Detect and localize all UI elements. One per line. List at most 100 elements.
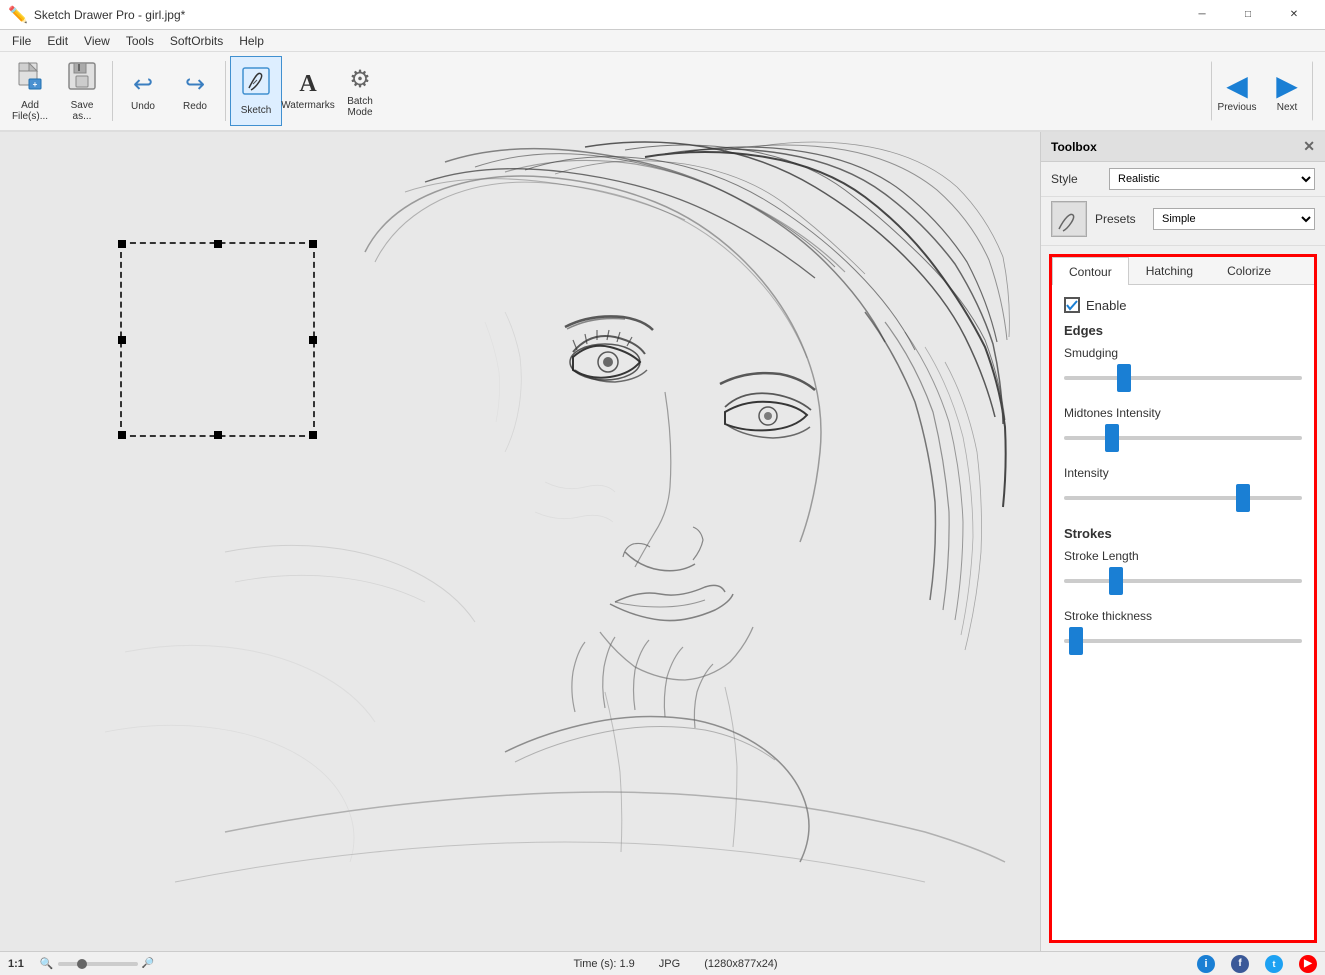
canvas-area[interactable] — [0, 132, 1040, 951]
info-icon-button[interactable]: i — [1197, 955, 1215, 973]
zoom-slider[interactable] — [58, 962, 138, 966]
enable-label: Enable — [1086, 298, 1126, 313]
stroke-thickness-slider-row: Stroke thickness — [1064, 609, 1302, 655]
style-select[interactable]: Realistic Simple Detailed — [1109, 168, 1315, 190]
toolbar-sep-2 — [225, 61, 226, 121]
style-label: Style — [1051, 172, 1101, 186]
previous-icon: ◀ — [1226, 69, 1248, 102]
main-panel: Contour Hatching Colorize Enable Edges — [1049, 254, 1317, 943]
zoom-level: 1:1 — [8, 958, 24, 970]
toolbar-sep-1 — [112, 61, 113, 121]
undo-icon: ↩ — [133, 70, 153, 99]
intensity-label: Intensity — [1064, 466, 1302, 480]
toolbox-header: Toolbox ✕ — [1041, 132, 1325, 162]
midtones-thumb[interactable] — [1105, 424, 1119, 452]
close-button[interactable]: ✕ — [1271, 0, 1317, 30]
redo-label: Redo — [183, 101, 207, 112]
batch-mode-button[interactable]: ⚙ BatchMode — [334, 56, 386, 126]
tab-hatching[interactable]: Hatching — [1129, 257, 1210, 284]
menu-file[interactable]: File — [4, 32, 39, 50]
midtones-bg — [1064, 436, 1302, 440]
presets-label: Presets — [1095, 212, 1145, 226]
watermarks-label: Watermarks — [281, 100, 335, 111]
stroke-thickness-track[interactable] — [1064, 627, 1302, 655]
menu-softorbits[interactable]: SoftOrbits — [162, 32, 231, 50]
stroke-thickness-label: Stroke thickness — [1064, 609, 1302, 623]
midtones-track[interactable] — [1064, 424, 1302, 452]
undo-label: Undo — [131, 101, 155, 112]
sketch-icon — [241, 66, 271, 103]
next-label: Next — [1277, 102, 1298, 113]
twitter-icon-button[interactable]: t — [1265, 955, 1283, 973]
tabs: Contour Hatching Colorize — [1052, 257, 1314, 285]
statusbar: 1:1 🔍 🔎 Time (s): 1.9 JPG (1280x877x24) … — [0, 951, 1325, 975]
intensity-bg — [1064, 496, 1302, 500]
time-label: Time (s): 1.9 — [573, 958, 634, 970]
add-file-button[interactable]: + AddFile(s)... — [4, 56, 56, 126]
menubar: File Edit View Tools SoftOrbits Help — [0, 30, 1325, 52]
next-button[interactable]: ▶ Next — [1262, 61, 1312, 121]
zoom-plus-icon[interactable]: 🔎 — [142, 958, 154, 969]
facebook-icon-button[interactable]: f — [1231, 955, 1249, 973]
edges-section-header: Edges — [1064, 323, 1302, 338]
intensity-thumb[interactable] — [1236, 484, 1250, 512]
menu-edit[interactable]: Edit — [39, 32, 76, 50]
tab-contour[interactable]: Contour — [1052, 257, 1129, 285]
toolbox-close-button[interactable]: ✕ — [1303, 138, 1315, 155]
add-file-icon: + — [15, 61, 45, 98]
main-area: Toolbox ✕ Style Realistic Simple Detaile… — [0, 132, 1325, 951]
watermarks-icon: A — [299, 71, 316, 98]
zoom-thumb[interactable] — [77, 959, 87, 969]
midtones-slider-row: Midtones Intensity — [1064, 406, 1302, 452]
smudging-slider-row: Smudging — [1064, 346, 1302, 392]
titlebar: ✏️ Sketch Drawer Pro - girl.jpg* ─ □ ✕ — [0, 0, 1325, 30]
watermarks-button[interactable]: A Watermarks — [282, 56, 334, 126]
dimensions-label: (1280x877x24) — [704, 958, 777, 970]
add-file-label: AddFile(s)... — [12, 100, 48, 122]
stroke-length-track[interactable] — [1064, 567, 1302, 595]
smudging-thumb[interactable] — [1117, 364, 1131, 392]
presets-thumbnail — [1051, 201, 1087, 237]
enable-checkbox[interactable] — [1064, 297, 1080, 313]
format-label: JPG — [659, 958, 680, 970]
redo-button[interactable]: ↪ Redo — [169, 56, 221, 126]
previous-label: Previous — [1218, 102, 1257, 113]
menu-tools[interactable]: Tools — [118, 32, 162, 50]
toolbox-panel: Toolbox ✕ Style Realistic Simple Detaile… — [1040, 132, 1325, 951]
stroke-thickness-bg — [1064, 639, 1302, 643]
stroke-length-slider-row: Stroke Length — [1064, 549, 1302, 595]
maximize-button[interactable]: □ — [1225, 0, 1271, 30]
tab-colorize[interactable]: Colorize — [1210, 257, 1288, 284]
presets-select[interactable]: Simple Complex Portrait — [1153, 208, 1315, 230]
toolbox-title: Toolbox — [1051, 140, 1097, 154]
next-icon: ▶ — [1276, 69, 1298, 102]
zoom-minus-icon[interactable]: 🔍 — [40, 957, 54, 970]
intensity-track[interactable] — [1064, 484, 1302, 512]
app-icon: ✏️ — [8, 5, 28, 25]
panel-content: Enable Edges Smudging Midtones Intensity — [1052, 285, 1314, 940]
menu-view[interactable]: View — [76, 32, 118, 50]
title-text: Sketch Drawer Pro - girl.jpg* — [34, 8, 1179, 22]
stroke-thickness-thumb[interactable] — [1069, 627, 1083, 655]
minimize-button[interactable]: ─ — [1179, 0, 1225, 30]
redo-icon: ↪ — [185, 70, 205, 99]
stroke-length-thumb[interactable] — [1109, 567, 1123, 595]
undo-button[interactable]: ↩ Undo — [117, 56, 169, 126]
smudging-bg — [1064, 376, 1302, 380]
svg-text:+: + — [33, 80, 38, 89]
sketch-canvas — [0, 132, 1040, 951]
stroke-length-bg — [1064, 579, 1302, 583]
menu-help[interactable]: Help — [231, 32, 272, 50]
save-as-icon — [67, 61, 97, 98]
midtones-label: Midtones Intensity — [1064, 406, 1302, 420]
save-as-button[interactable]: Saveas... — [56, 56, 108, 126]
smudging-track[interactable] — [1064, 364, 1302, 392]
sketch-button[interactable]: Sketch — [230, 56, 282, 126]
enable-row: Enable — [1064, 297, 1302, 313]
save-as-label: Saveas... — [71, 100, 94, 122]
youtube-icon-button[interactable]: ▶ — [1299, 955, 1317, 973]
previous-button[interactable]: ◀ Previous — [1212, 61, 1262, 121]
toolbar: + AddFile(s)... Saveas... ↩ Undo ↪ Redo — [0, 52, 1325, 132]
sketch-label: Sketch — [241, 105, 272, 116]
batch-mode-icon: ⚙ — [349, 65, 371, 94]
